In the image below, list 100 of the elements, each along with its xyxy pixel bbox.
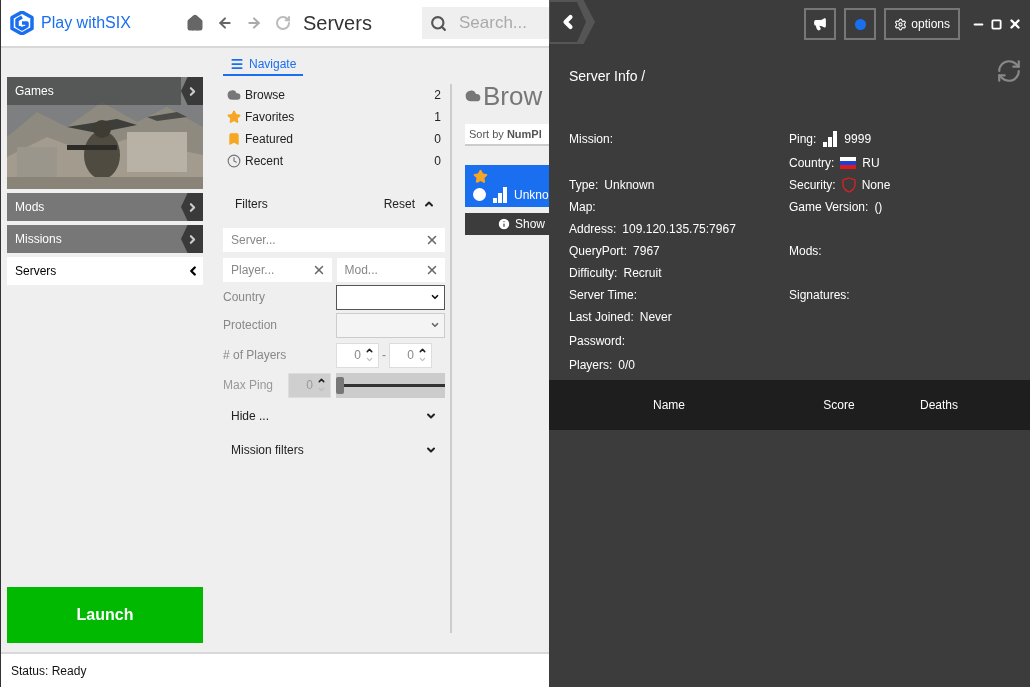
info-label: Signatures:: [789, 287, 850, 304]
ping-slider[interactable]: [336, 372, 445, 398]
announcements-button[interactable]: [804, 8, 837, 40]
back-button[interactable]: [549, 0, 595, 44]
mod-field[interactable]: Mod...: [336, 258, 445, 282]
close-icon[interactable]: [1008, 17, 1022, 31]
star-icon[interactable]: [473, 168, 488, 184]
filter-label: Max Ping: [223, 377, 275, 394]
info-value: Unknown: [604, 177, 655, 194]
info-value: None: [861, 177, 891, 194]
shield-icon: [841, 177, 856, 193]
menu-icon: [230, 57, 244, 71]
filters-heading: Filters: [235, 196, 269, 213]
sidebar-item[interactable]: Mods: [7, 193, 203, 221]
sidebar-item[interactable]: Games: [7, 77, 203, 189]
maximize-icon[interactable]: [991, 18, 1002, 30]
nav-item[interactable]: Browse 2: [223, 84, 445, 106]
back-icon[interactable]: [217, 15, 233, 31]
info-label: Players:: [569, 357, 613, 374]
info-label: Country:: [789, 155, 835, 172]
dropdown-icon: [430, 292, 440, 302]
signal-icon: [822, 131, 839, 147]
info-label: Type:: [569, 177, 599, 194]
info-label: Ping:: [789, 131, 817, 148]
refresh-icon[interactable]: [996, 58, 1022, 84]
filter-label: Protection: [223, 317, 279, 334]
reset-button[interactable]: Reset: [383, 195, 415, 213]
filter-label: Country: [223, 289, 267, 306]
bookmark-icon: [227, 132, 241, 146]
page-title: Servers: [303, 11, 372, 36]
server-row[interactable]: Unkno: [465, 165, 549, 207]
status-button[interactable]: [844, 8, 877, 40]
cloud-icon: [465, 88, 481, 104]
range-separator: -: [382, 347, 386, 364]
info-value: Recruit: [623, 265, 662, 282]
server-input[interactable]: Server...: [231, 231, 425, 249]
sidebar-label: Games: [7, 77, 181, 105]
dropdown-icon: [430, 320, 440, 330]
home-icon[interactable]: [186, 14, 204, 32]
info-value: Never: [639, 309, 672, 326]
number-spinner[interactable]: 0: [336, 342, 379, 368]
column-header[interactable]: Score: [789, 396, 889, 414]
server-name: Unkno: [514, 186, 549, 204]
info-label: Password:: [569, 333, 626, 350]
info-label: Map:: [569, 199, 596, 216]
sidebar-label: Servers: [14, 263, 58, 280]
navigate-tab[interactable]: Navigate: [223, 54, 304, 76]
info-label: Security:: [789, 177, 836, 194]
results-heading: Brow: [483, 83, 543, 109]
column-header[interactable]: Deaths: [889, 396, 989, 414]
info-label: QueryPort:: [569, 243, 628, 260]
info-value: 0/0: [618, 357, 636, 374]
filter-label: # of Players: [223, 347, 288, 364]
search-icon: [430, 14, 447, 32]
sidebar-item[interactable]: Servers: [7, 257, 203, 285]
search-field[interactable]: Search...: [422, 7, 549, 39]
column-header[interactable]: Name: [549, 396, 789, 414]
sidebar-label: Missions: [14, 231, 63, 248]
options-button[interactable]: options: [884, 8, 960, 40]
settings-icon: [894, 17, 908, 31]
megaphone-icon: [813, 17, 828, 31]
cloud-icon: [227, 88, 241, 102]
player-field[interactable]: Player...: [223, 258, 332, 282]
sort-dropdown[interactable]: Sort by NumPl: [465, 124, 549, 146]
show-button[interactable]: Show: [465, 213, 549, 235]
nav-item[interactable]: Favorites 1: [223, 106, 445, 128]
info-label: Game Version:: [789, 199, 869, 216]
mod-input[interactable]: Mod...: [344, 261, 425, 279]
select-radio[interactable]: [473, 188, 486, 201]
info-label: Mission:: [569, 131, 613, 148]
server-field[interactable]: Server...: [223, 228, 445, 252]
sidebar-label: Mods: [14, 199, 46, 216]
info-value: 109.120.135.75:7967: [622, 221, 736, 238]
number-spinner[interactable]: 0: [389, 342, 432, 368]
logo-icon: [10, 11, 34, 35]
info-label: Last Joined:: [569, 309, 634, 326]
country-select[interactable]: [336, 284, 445, 310]
info-label: Address:: [569, 221, 617, 238]
collapsible-section[interactable]: Mission filters: [223, 438, 445, 462]
nav-item[interactable]: Featured 0: [223, 128, 445, 150]
flag-icon: [840, 157, 857, 169]
brand-name[interactable]: Play withSIX: [41, 11, 131, 35]
sidebar-item[interactable]: Missions: [7, 225, 203, 253]
info-icon: [497, 217, 511, 231]
clear-icon[interactable]: [425, 233, 439, 247]
info-value: (): [874, 199, 883, 216]
star-icon: [227, 110, 241, 124]
clear-icon[interactable]: [425, 263, 439, 277]
info-value: 9999: [844, 131, 872, 148]
search-input[interactable]: Search...: [459, 10, 539, 36]
info-label: Difficulty:: [569, 265, 618, 282]
collapsible-section[interactable]: Hide ...: [223, 404, 445, 428]
signal-icon: [492, 186, 508, 203]
info-value: RU: [862, 155, 880, 172]
status-text: Status: Ready: [11, 662, 87, 680]
info-label: Mods:: [789, 243, 822, 260]
info-value: 7967: [633, 243, 660, 260]
player-input[interactable]: Player...: [231, 261, 312, 279]
clock-icon: [227, 154, 241, 168]
nav-item[interactable]: Recent 0: [223, 150, 445, 172]
